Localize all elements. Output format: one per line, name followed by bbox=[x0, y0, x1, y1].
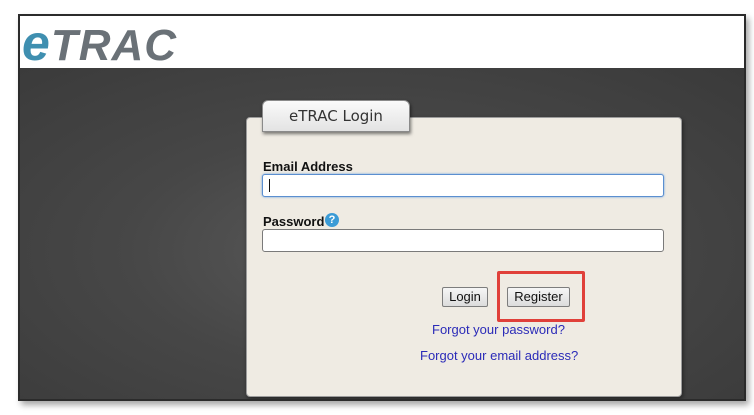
etrac-logo: eTRAC bbox=[22, 17, 177, 72]
forgot-password-link[interactable]: Forgot your password? bbox=[432, 322, 565, 337]
password-label: Password bbox=[263, 214, 325, 229]
login-panel-title: eTRAC Login bbox=[262, 100, 410, 132]
login-button[interactable]: Login bbox=[442, 287, 488, 307]
password-input[interactable] bbox=[262, 229, 664, 252]
forgot-email-link[interactable]: Forgot your email address? bbox=[420, 348, 578, 363]
register-button[interactable]: Register bbox=[507, 287, 570, 307]
header: eTRAC bbox=[20, 16, 744, 70]
email-label: Email Address bbox=[263, 159, 353, 174]
logo-text: TRAC bbox=[50, 21, 178, 70]
browser-frame: eTRAC eTRAC Login Email Address Password… bbox=[18, 14, 746, 401]
logo-e: e bbox=[22, 15, 51, 71]
email-input[interactable] bbox=[262, 174, 664, 197]
help-icon[interactable]: ? bbox=[325, 213, 339, 227]
text-caret bbox=[269, 179, 270, 192]
